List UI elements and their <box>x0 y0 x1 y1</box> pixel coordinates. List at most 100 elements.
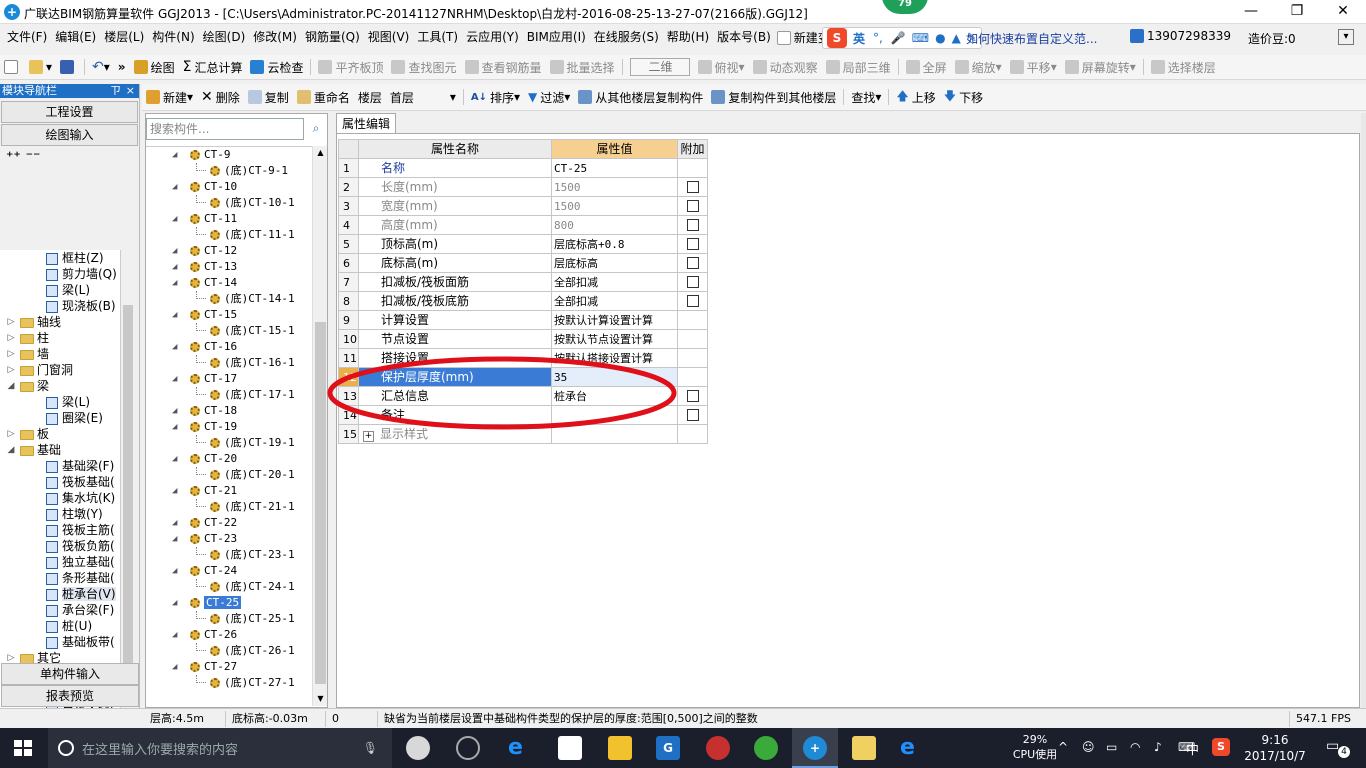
tree-toggle-icon[interactable]: ▷ <box>6 330 16 346</box>
property-value[interactable]: 层底标高+0.8 <box>551 234 678 254</box>
battery-icon[interactable]: ▭ <box>1106 740 1117 754</box>
nav-tree-item[interactable]: 桩承台(V) <box>0 586 120 602</box>
property-value[interactable]: 1500 <box>551 177 678 197</box>
notification-badge[interactable]: 79 <box>882 0 928 14</box>
taskbar-search-box[interactable]: 在这里输入你要搜索的内容 🎙 <box>48 728 392 768</box>
component-subitem[interactable]: (底)CT-10-1 <box>146 195 312 211</box>
glodon-red-icon[interactable] <box>706 736 730 760</box>
tree-toggle-icon[interactable]: ◢ <box>172 563 177 579</box>
component-item[interactable]: ◢ CT-10 <box>146 179 312 195</box>
tree-toggle-icon[interactable]: ◢ <box>172 211 177 227</box>
component-subitem[interactable]: (底)CT-20-1 <box>146 467 312 483</box>
add-checkbox[interactable] <box>686 238 699 250</box>
menu-item[interactable]: 视图(V) <box>364 25 414 50</box>
property-value[interactable]: 1500 <box>551 196 678 216</box>
nav-tree-item[interactable]: 独立基础( <box>0 554 120 570</box>
property-row[interactable]: 5 顶标高(m) 层底标高+0.8 <box>338 234 708 254</box>
tree-toggle-icon[interactable]: ◢ <box>172 147 177 163</box>
scroll-down-arrow-icon[interactable]: ▼ <box>313 692 328 706</box>
browser-swirl-icon[interactable] <box>456 736 480 760</box>
select-floor-button[interactable]: 选择楼层 <box>1147 55 1220 79</box>
punctuation-icon[interactable]: °, <box>873 31 883 45</box>
component-subitem[interactable]: (底)CT-16-1 <box>146 355 312 371</box>
property-row[interactable]: 4 高度(mm) 800 <box>338 215 708 235</box>
add-checkbox[interactable] <box>686 181 699 193</box>
nav-tree-item[interactable]: ▷ 墙 <box>0 346 120 362</box>
clock[interactable]: 9:16 2017/10/7 <box>1240 732 1310 764</box>
hint-link[interactable]: 如何快速布置自定义范... <box>966 30 1097 47</box>
toolbar-overflow-icon[interactable]: » <box>114 55 130 79</box>
expand-all-icon[interactable]: ⁺⁺ <box>6 149 21 165</box>
nav-tree-item[interactable]: 基础梁(F) <box>0 458 120 474</box>
scroll-up-arrow-icon[interactable]: ▲ <box>313 146 328 160</box>
component-item[interactable]: ◢ CT-23 <box>146 531 312 547</box>
property-row[interactable]: 10 节点设置 按默认节点设置计算 <box>338 329 708 349</box>
tray-expand-icon[interactable]: ^ <box>1058 740 1068 754</box>
move-down-button[interactable]: 🡇 下移 <box>940 84 987 110</box>
cloud-check-button[interactable]: 云检查 <box>246 55 307 79</box>
store-icon[interactable] <box>558 736 582 760</box>
tree-toggle-icon[interactable]: ◢ <box>6 442 16 458</box>
tree-toggle-icon[interactable]: ◢ <box>172 259 177 275</box>
nav-tree-item[interactable]: 柱墩(Y) <box>0 506 120 522</box>
property-row[interactable]: 7 扣减板/筏板面筋 全部扣减 <box>338 272 708 292</box>
tree-toggle-icon[interactable]: ▷ <box>6 362 16 378</box>
tree-toggle-icon[interactable]: ◢ <box>172 659 177 675</box>
tree-toggle-icon[interactable]: ◢ <box>172 483 177 499</box>
menu-item[interactable]: 钢筋量(Q) <box>301 25 364 50</box>
pin-icon[interactable]: ㄗ <box>110 84 121 98</box>
minimize-button[interactable]: — <box>1228 0 1274 24</box>
tree-toggle-icon[interactable]: ◢ <box>6 378 16 394</box>
component-item[interactable]: ◢ CT-21 <box>146 483 312 499</box>
nav-tree-item[interactable]: 筏板基础( <box>0 474 120 490</box>
draw-button[interactable]: 绘图 <box>130 55 179 79</box>
keyboard-icon[interactable]: ⌨ <box>912 31 929 45</box>
component-item[interactable]: ◢ CT-15 <box>146 307 312 323</box>
tree-toggle-icon[interactable]: ◢ <box>172 451 177 467</box>
find-button[interactable]: 查找 ▾ <box>847 84 885 110</box>
property-value[interactable]: 按默认计算设置计算 <box>551 310 678 330</box>
copy-from-floor-button[interactable]: 从其他楼层复制构件 <box>574 84 707 110</box>
property-value[interactable]: 800 <box>551 215 678 235</box>
menu-item[interactable]: 绘图(D) <box>199 25 250 50</box>
tree-toggle-icon[interactable]: ▷ <box>6 426 16 442</box>
nav-tree-item[interactable]: ▷ 轴线 <box>0 314 120 330</box>
component-subitem[interactable]: (底)CT-14-1 <box>146 291 312 307</box>
menu-item[interactable]: 版本号(B) <box>713 25 775 50</box>
component-item[interactable]: ◢ CT-12 <box>146 243 312 259</box>
component-subitem[interactable]: (底)CT-27-1 <box>146 675 312 691</box>
menu-item[interactable]: 编辑(E) <box>51 25 100 50</box>
nav-tree-item[interactable]: ◢ 基础 <box>0 442 120 458</box>
green-app-icon[interactable] <box>754 736 778 760</box>
menu-item[interactable]: 帮助(H) <box>663 25 713 50</box>
rename-button[interactable]: 重命名 <box>293 84 354 110</box>
new-file-button[interactable] <box>0 55 25 79</box>
component-item[interactable]: ◢ CT-16 <box>146 339 312 355</box>
project-settings-button[interactable]: 工程设置 <box>1 101 138 123</box>
component-item[interactable]: ◢ CT-26 <box>146 627 312 643</box>
component-item[interactable]: ◢ CT-20 <box>146 451 312 467</box>
property-value[interactable]: 全部扣减 <box>551 291 678 311</box>
nav-tree-item[interactable]: ▷ 板 <box>0 426 120 442</box>
floor-select[interactable]: 首层 ▾ <box>386 84 460 110</box>
find-element-button[interactable]: 查找图元 <box>387 55 460 79</box>
single-component-input-button[interactable]: 单构件输入 <box>1 663 139 685</box>
tree-toggle-icon[interactable]: ◢ <box>172 179 177 195</box>
component-subitem[interactable]: (底)CT-25-1 <box>146 611 312 627</box>
people-icon[interactable]: ☺ <box>1082 740 1095 754</box>
report-preview-button[interactable]: 报表预览 <box>1 685 139 707</box>
volume-icon[interactable]: ♪ <box>1154 740 1162 754</box>
component-subitem[interactable]: (底)CT-21-1 <box>146 499 312 515</box>
menu-item[interactable]: 工具(T) <box>413 25 462 50</box>
open-file-button[interactable]: ▾ <box>25 55 56 79</box>
sort-button[interactable]: A↓ 排序 ▾ <box>467 84 524 110</box>
microphone-icon[interactable]: 🎤 <box>891 31 906 45</box>
property-value[interactable]: CT-25 <box>551 158 678 178</box>
property-row[interactable]: 8 扣减板/筏板底筋 全部扣减 <box>338 291 708 311</box>
copy-to-floor-button[interactable]: 复制构件到其他楼层 <box>707 84 840 110</box>
tree-toggle-icon[interactable]: ◢ <box>172 307 177 323</box>
tree-toggle-icon[interactable]: ◢ <box>172 627 177 643</box>
component-search-input[interactable]: 搜索构件... <box>146 118 304 140</box>
add-checkbox[interactable] <box>686 200 699 212</box>
view-rebar-button[interactable]: 查看钢筋量 <box>461 55 546 79</box>
